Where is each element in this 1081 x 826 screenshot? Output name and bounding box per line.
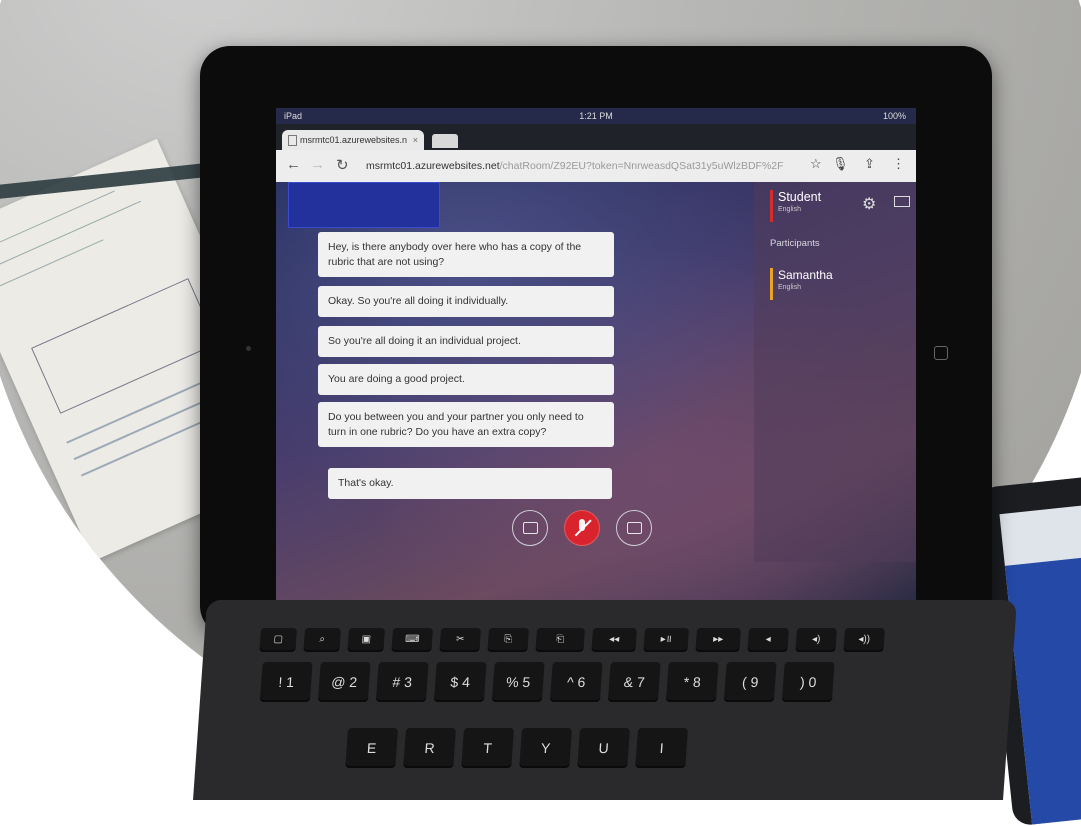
key-t[interactable]: T (461, 728, 515, 768)
key-forward[interactable]: ▸▸ (695, 628, 742, 652)
paper-table (31, 278, 218, 414)
browser-tab[interactable]: msrmtc01.azurewebsites.n × (282, 130, 424, 150)
ipad-screen: iPad 1:21 PM 100% msrmtc01.azurewebsites… (276, 108, 916, 602)
chat-message: You are doing a good project. (318, 364, 614, 395)
key-u[interactable]: U (577, 728, 631, 768)
camera (246, 346, 251, 351)
participant-item: Samantha English (770, 268, 833, 300)
key-home[interactable]: ▢ (259, 628, 298, 652)
address-bar[interactable]: msrmtc01.azurewebsites.net/chatRoom/Z92E… (366, 156, 796, 176)
key-volume-up[interactable]: ◂)) (843, 628, 886, 652)
status-time: 1:21 PM (579, 111, 613, 121)
tab-title: msrmtc01.azurewebsites.n (300, 135, 408, 145)
key-6[interactable]: ^ 6 (549, 662, 603, 702)
paper-line (0, 239, 104, 290)
chat-message: So you're all doing it an individual pro… (318, 326, 614, 357)
key-mute[interactable]: ◂ (747, 628, 790, 652)
chat-message: That's okay. (328, 468, 612, 499)
chat-bubble-icon (523, 522, 538, 534)
current-user: Student English (770, 190, 822, 222)
share-icon[interactable]: ⇪ (864, 156, 875, 172)
menu-icon[interactable]: ⋮ (892, 156, 905, 172)
chat-message: Hey, is there anybody over here who has … (318, 232, 614, 277)
key-8[interactable]: * 8 (665, 662, 719, 702)
tab-strip: msrmtc01.azurewebsites.n × (276, 124, 916, 150)
key-cut[interactable]: ✂ (439, 628, 482, 652)
key-4[interactable]: $ 4 (433, 662, 487, 702)
video-preview (288, 182, 440, 228)
key-9[interactable]: ( 9 (723, 662, 777, 702)
keyboard: ▢ ⌕ ▣ ⌨ ✂ ⎘ ⎗ ◂◂ ▸॥ ▸▸ ◂ ◂) ◂)) ! 1 @ 2 … (193, 600, 1017, 800)
url-host: msrmtc01.azurewebsites.net (366, 160, 500, 172)
key-play-pause[interactable]: ▸॥ (643, 628, 690, 652)
participants-sidebar: Student English ⚙ Participants Samantha … (754, 182, 916, 562)
key-screenshot[interactable]: ▣ (347, 628, 386, 652)
url-path: /chatRoom/Z92EU?token=NnrweasdQSat31y5uW… (499, 160, 784, 172)
chat-message: Okay. So you're all doing it individuall… (318, 286, 614, 317)
key-3[interactable]: # 3 (375, 662, 429, 702)
key-2[interactable]: @ 2 (317, 662, 371, 702)
status-bar: iPad 1:21 PM 100% (276, 108, 916, 124)
key-volume-down[interactable]: ◂) (795, 628, 838, 652)
key-copy[interactable]: ⎘ (487, 628, 530, 652)
microphone-icon[interactable]: 🎙 (832, 156, 849, 172)
chat-room: Hey, is there anybody over here who has … (276, 182, 916, 602)
key-i[interactable]: I (635, 728, 689, 768)
paper-line (0, 200, 142, 271)
ipad-device: iPad 1:21 PM 100% msrmtc01.azurewebsites… (200, 46, 992, 636)
mute-microphone-button[interactable] (564, 510, 600, 546)
key-0[interactable]: ) 0 (781, 662, 835, 702)
key-keyboard[interactable]: ⌨ (391, 628, 434, 652)
chat-left-button[interactable] (512, 510, 548, 546)
key-search[interactable]: ⌕ (303, 628, 342, 652)
back-icon[interactable]: ← (286, 156, 301, 173)
reload-icon[interactable]: ↻ (336, 156, 349, 174)
close-icon[interactable]: × (413, 130, 418, 150)
gear-icon[interactable]: ⚙ (862, 194, 876, 214)
user-language: English (778, 206, 801, 213)
new-tab-button[interactable] (432, 134, 458, 148)
second-tablet-content (1004, 553, 1081, 825)
star-icon[interactable]: ☆ (810, 156, 822, 172)
battery-level: 100% (882, 111, 906, 121)
participant-language: English (778, 284, 801, 291)
participant-color-bar (770, 268, 773, 300)
user-name: Student (778, 190, 822, 204)
browser-toolbar: ← → ↻ msrmtc01.azurewebsites.net/chatRoo… (276, 150, 916, 182)
key-r[interactable]: R (403, 728, 457, 768)
user-color-bar (770, 190, 773, 222)
key-1[interactable]: ! 1 (259, 662, 313, 702)
participant-name: Samantha (778, 268, 833, 282)
page-icon (288, 135, 297, 146)
key-7[interactable]: & 7 (607, 662, 661, 702)
chat-right-button[interactable] (616, 510, 652, 546)
chat-message: Do you between you and your partner you … (318, 402, 614, 447)
paper-line (0, 190, 115, 253)
chat-bubble-icon (627, 522, 642, 534)
key-5[interactable]: % 5 (491, 662, 545, 702)
key-paste[interactable]: ⎗ (535, 628, 586, 652)
key-rewind[interactable]: ◂◂ (591, 628, 638, 652)
exit-icon[interactable] (894, 196, 910, 207)
forward-icon[interactable]: → (310, 156, 325, 173)
key-y[interactable]: Y (519, 728, 573, 768)
key-e[interactable]: E (345, 728, 399, 768)
home-button[interactable] (934, 346, 948, 360)
participants-heading: Participants (770, 238, 820, 249)
